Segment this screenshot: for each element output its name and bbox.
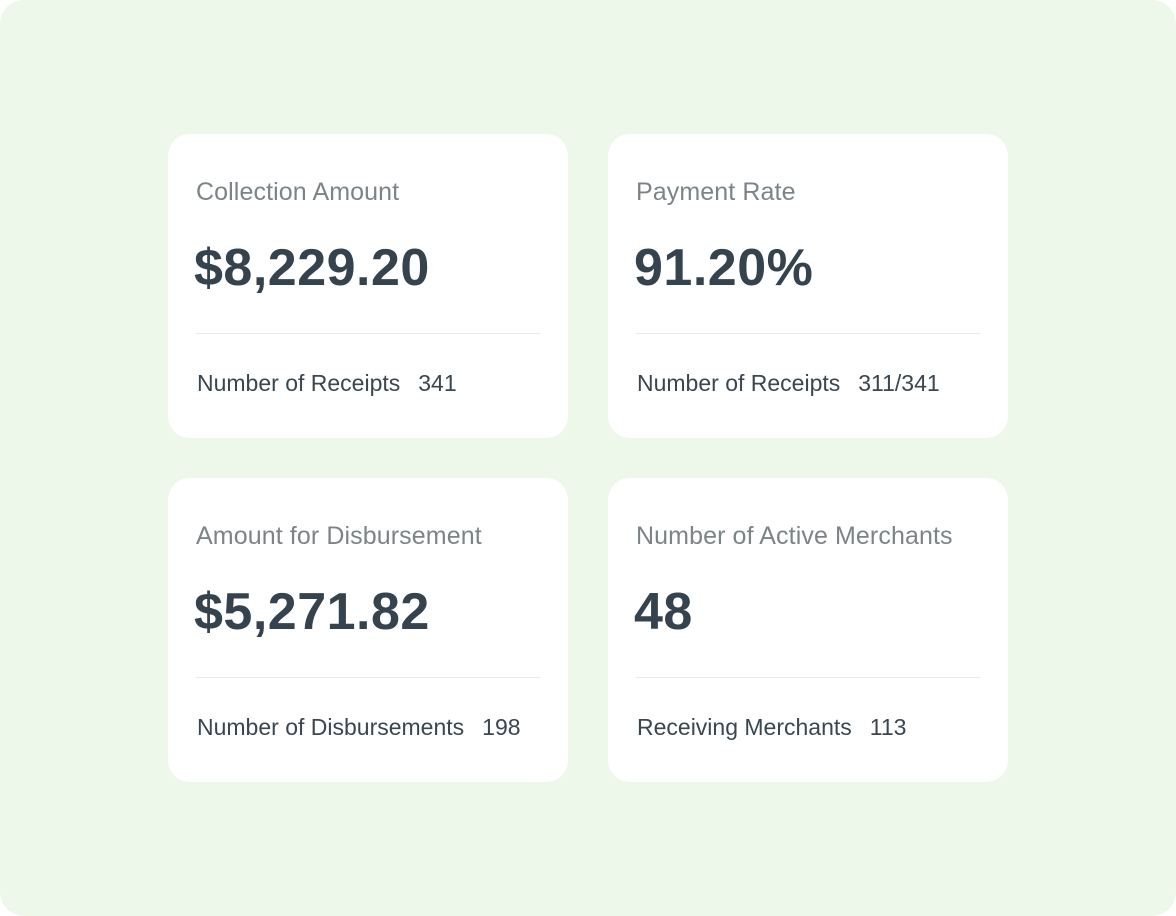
footer-label: Receiving Merchants — [637, 714, 852, 740]
card-value: $5,271.82 — [194, 583, 430, 641]
stat-card-payment-rate: Payment Rate 91.20% Number of Receipts 31… — [608, 134, 1008, 438]
footer-count: 311/341 — [858, 370, 940, 396]
stat-card-disbursement-amount: Amount for Disbursement $5,271.82 Number… — [168, 478, 568, 782]
footer-label: Number of Receipts — [197, 370, 401, 396]
card-title: Collection Amount — [196, 178, 400, 206]
footer-label: Number of Receipts — [637, 370, 841, 396]
card-footer: Number of Disbursements 198 — [197, 714, 521, 741]
card-value: 91.20% — [634, 239, 814, 297]
card-footer: Number of Receipts 341 — [197, 370, 457, 397]
card-title: Amount for Disbursement — [196, 522, 482, 550]
card-footer: Number of Receipts 311/341 — [637, 370, 940, 397]
divider — [636, 333, 980, 334]
card-value: 48 — [634, 583, 693, 641]
divider — [196, 333, 540, 334]
dashboard-background: Collection Amount $8,229.20 Number of Re… — [0, 0, 1176, 916]
stat-card-collection-amount: Collection Amount $8,229.20 Number of Re… — [168, 134, 568, 438]
divider — [636, 677, 980, 678]
card-title: Number of Active Merchants — [636, 522, 953, 550]
stat-card-active-merchants: Number of Active Merchants 48 Receiving … — [608, 478, 1008, 782]
footer-count: 113 — [869, 714, 907, 740]
footer-count: 198 — [482, 714, 521, 740]
divider — [196, 677, 540, 678]
card-footer: Receiving Merchants 113 — [637, 714, 906, 741]
footer-count: 341 — [418, 370, 457, 396]
card-title: Payment Rate — [636, 178, 796, 206]
card-value: $8,229.20 — [194, 239, 430, 297]
footer-label: Number of Disbursements — [197, 714, 465, 740]
